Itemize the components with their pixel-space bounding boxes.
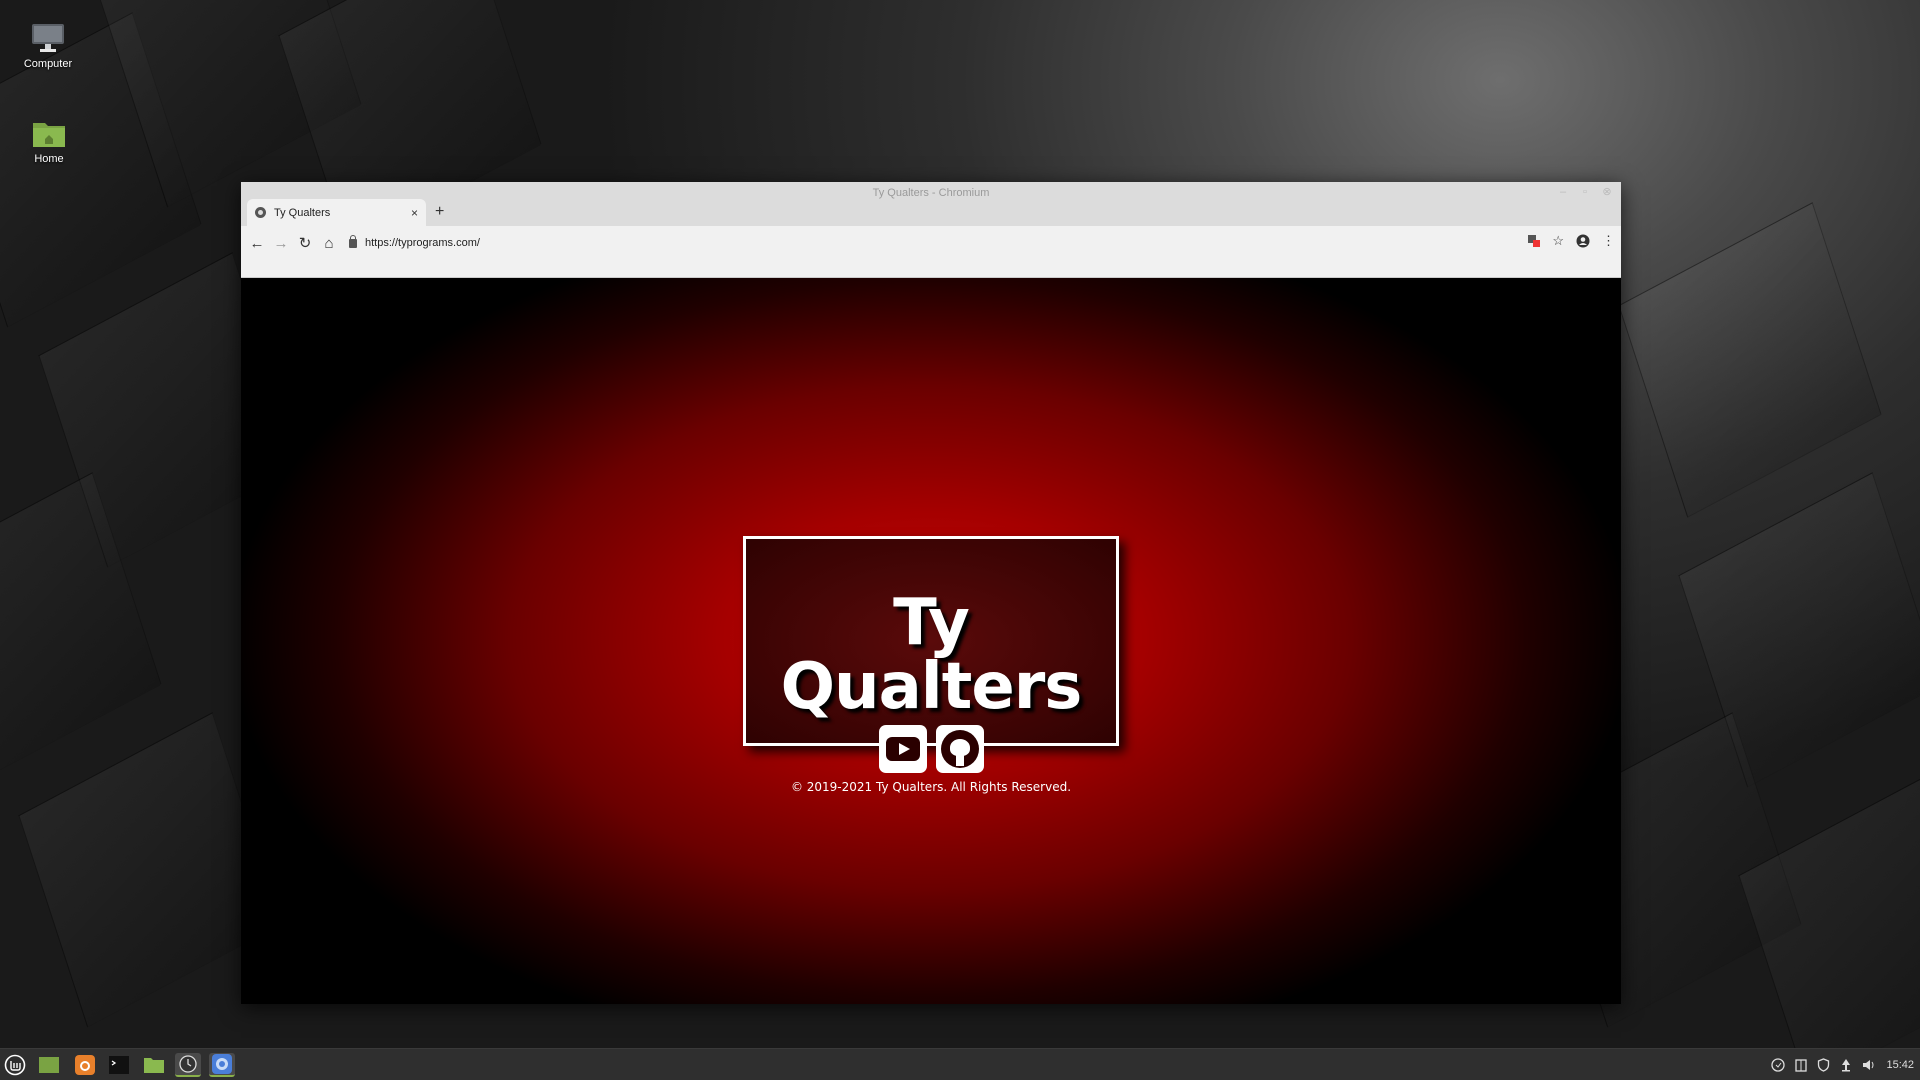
shield-icon[interactable] [1817,1058,1830,1072]
show-desktop-icon [39,1057,59,1073]
title-bar[interactable]: Ty Qualters - Chromium – ▫ ⊗ Ty Qualters… [241,182,1621,226]
volume-icon[interactable] [1862,1058,1876,1072]
hero-card: Ty Qualters © 2019-2021 Ty Qualters. All… [743,536,1119,794]
browser-menu-button[interactable]: ⋮ [1602,233,1615,249]
tab-ty-qualters[interactable]: Ty Qualters × [247,199,426,226]
browser-window: Ty Qualters - Chromium – ▫ ⊗ Ty Qualters… [241,182,1621,1004]
bookmarks-bar [241,260,1621,278]
taskbar: 15:42 [0,1048,1920,1080]
close-window-button[interactable]: ⊗ [1601,186,1613,198]
web-page: Ty Qualters © 2019-2021 Ty Qualters. All… [241,278,1621,1004]
computer-icon [32,24,64,52]
globe-icon [255,207,266,218]
social-links [746,725,1116,773]
bookmark-star-icon[interactable]: ☆ [1552,233,1564,249]
menu-icon [4,1054,26,1076]
profile-icon[interactable] [1576,234,1590,248]
youtube-icon [885,737,920,761]
system-tray: 15:42 [1771,1049,1914,1080]
youtube-link[interactable] [878,725,927,773]
terminal-icon [109,1056,129,1074]
back-button[interactable]: ← [245,235,269,252]
files-launcher[interactable] [141,1053,167,1077]
start-menu-button[interactable] [2,1053,28,1077]
firefox-launcher[interactable] [72,1053,98,1077]
desktop-icon-home[interactable]: Home [9,117,89,165]
chromium-icon [212,1054,232,1074]
tab-close-button[interactable]: × [411,206,418,220]
translate-icon[interactable] [1528,235,1541,247]
github-icon [940,730,979,768]
taskbar-chromium[interactable] [209,1053,235,1077]
minimize-button[interactable]: – [1557,186,1569,198]
copyright-text: © 2019-2021 Ty Qualters. All Rights Rese… [790,780,1072,794]
network-icon[interactable] [1840,1058,1852,1072]
taskbar-app-1[interactable] [175,1053,201,1077]
forward-button[interactable]: → [269,235,293,252]
desktop-icon-label: Home [34,153,64,165]
files-icon [144,1058,164,1073]
url-text: https://typrograms.com/ [365,237,480,249]
new-tab-button[interactable]: + [435,203,444,221]
tab-label: Ty Qualters [274,206,331,219]
show-desktop-button[interactable] [36,1053,62,1077]
github-link[interactable] [935,725,984,773]
desktop-icon-computer[interactable]: Computer [8,22,88,70]
page-title: Ty Qualters [780,586,1083,724]
maximize-button[interactable]: ▫ [1579,186,1591,198]
app-icon [179,1055,197,1073]
clipboard-icon[interactable] [1795,1058,1808,1072]
firefox-icon [75,1055,95,1075]
browser-toolbar: ← → ↻ ⌂ https://typrograms.com/ ☆ ⋮ [241,226,1621,260]
terminal-launcher[interactable] [106,1053,132,1077]
window-title: Ty Qualters - Chromium [872,187,990,199]
home-folder-icon [33,123,65,147]
update-manager-icon[interactable] [1771,1058,1786,1072]
desktop-icon-label: Computer [23,58,73,70]
reload-button[interactable]: ↻ [293,234,317,252]
lock-icon [349,234,357,248]
address-bar[interactable]: https://typrograms.com/ [349,230,1529,256]
home-button[interactable]: ⌂ [317,235,341,252]
clock[interactable]: 15:42 [1886,1059,1914,1071]
